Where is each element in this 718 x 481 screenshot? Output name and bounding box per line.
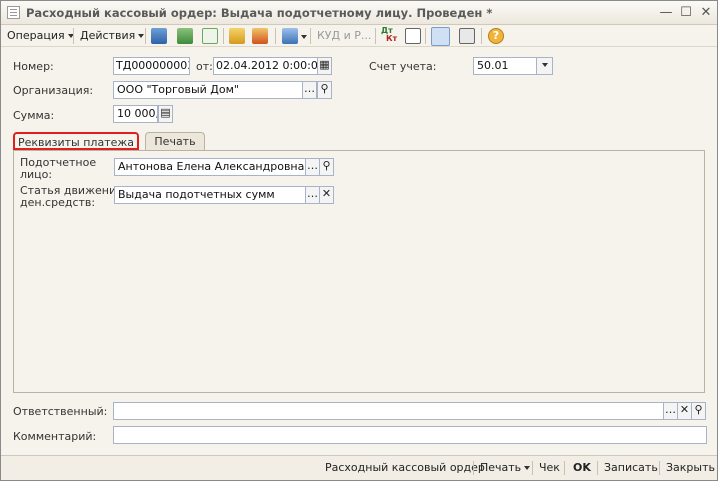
sum-field[interactable]: 10 000,00 — [113, 105, 158, 123]
cash-flow-article-label: Статья движения ден.средств: — [20, 184, 123, 209]
post-document-icon[interactable] — [229, 28, 245, 44]
clear-icon[interactable]: ✕ — [677, 402, 692, 420]
structure-icon[interactable] — [431, 27, 450, 46]
number-field[interactable]: ТД000000003 — [113, 57, 190, 75]
chevron-down-icon[interactable] — [301, 35, 307, 39]
select-ellipsis-button[interactable]: … — [663, 402, 678, 420]
toolbar-separator — [275, 28, 276, 44]
calendar-icon[interactable]: ▦ — [317, 57, 332, 75]
close-button[interactable]: Закрыть — [666, 461, 715, 474]
account-select[interactable]: 50.01 — [473, 57, 537, 75]
kud-button[interactable]: КУД и Р... — [317, 28, 371, 44]
toolbar-separator — [310, 28, 311, 44]
cash-flow-article-field[interactable]: Выдача подотчетных сумм — [114, 186, 306, 204]
minimize-icon[interactable]: — — [659, 6, 673, 20]
tab-label: Печать — [154, 135, 196, 148]
account-label: Счет учета: — [369, 60, 437, 73]
search-icon[interactable]: ⚲ — [317, 81, 332, 99]
sum-label: Сумма: — [13, 109, 55, 122]
unpost-document-icon[interactable] — [252, 28, 268, 44]
clear-icon[interactable]: ✕ — [319, 186, 334, 204]
search-icon[interactable]: ⚲ — [319, 158, 334, 176]
search-icon[interactable]: ⚲ — [691, 402, 706, 420]
post-and-close-icon[interactable] — [151, 28, 167, 44]
toolbar-separator — [473, 461, 474, 475]
operation-label: Операция — [7, 29, 65, 42]
select-ellipsis-button[interactable]: … — [305, 158, 320, 176]
command-bar: Расходный кассовый ордер Печать Чек OK З… — [1, 455, 717, 480]
responsible-field[interactable] — [113, 402, 664, 420]
organization-label: Организация: — [13, 84, 94, 97]
select-ellipsis-button[interactable]: … — [302, 81, 317, 99]
title-bar: Расходный кассовый ордер: Выдача подотче… — [1, 1, 717, 25]
account-dropdown[interactable] — [536, 57, 553, 75]
select-ellipsis-button[interactable]: … — [305, 186, 320, 204]
dt-kt-icon[interactable]: Дт Кт — [381, 27, 397, 43]
chevron-down-icon — [541, 63, 548, 67]
number-label: Номер: — [13, 60, 54, 73]
toolbar-separator — [597, 461, 598, 475]
toolbar-separator — [73, 28, 74, 44]
tab-label: Реквизиты платежа — [17, 136, 135, 149]
toolbar-separator — [375, 28, 376, 44]
help-icon[interactable]: ? — [488, 28, 504, 44]
toolbar-separator — [532, 461, 533, 475]
calculator-icon[interactable]: ▤ — [158, 105, 173, 123]
save-button[interactable]: Записать — [604, 461, 658, 474]
comment-label: Комментарий: — [13, 430, 97, 443]
toolbar-separator — [659, 461, 660, 475]
toolbar-separator — [481, 28, 482, 44]
enter-based-on-icon[interactable] — [282, 28, 298, 44]
chevron-down-icon — [524, 466, 531, 470]
list-settings-icon[interactable] — [459, 28, 475, 44]
chevron-down-icon — [138, 34, 145, 38]
ok-button[interactable]: OK — [573, 461, 591, 474]
check-button[interactable]: Чек — [539, 461, 560, 474]
tab-print[interactable]: Печать — [145, 132, 205, 150]
close-icon[interactable]: ✕ — [699, 6, 713, 20]
print-menu-button[interactable]: Печать — [480, 461, 531, 474]
refresh-icon[interactable] — [177, 28, 193, 44]
report-icon[interactable] — [405, 28, 421, 44]
document-icon — [7, 6, 20, 19]
document-window: Расходный кассовый ордер: Выдача подотче… — [0, 0, 718, 481]
organization-field[interactable]: ООО "Торговый Дом" — [113, 81, 303, 99]
toolbar-separator — [564, 461, 565, 475]
toolbar: Операция Действия КУД и Р... Дт Кт ? — [1, 25, 717, 47]
actions-label: Действия — [80, 29, 136, 42]
accountable-person-label: Подотчетное лицо: — [20, 156, 97, 181]
copy-document-icon[interactable] — [202, 28, 218, 44]
toolbar-separator — [425, 28, 426, 44]
print-label: Печать — [480, 461, 522, 474]
kt-label: Кт — [386, 34, 398, 43]
date-field[interactable]: 02.04.2012 0:00:00 — [213, 57, 318, 75]
rko-print-button[interactable]: Расходный кассовый ордер — [325, 461, 485, 474]
window-title: Расходный кассовый ордер: Выдача подотче… — [26, 6, 493, 20]
maximize-icon[interactable]: ☐ — [679, 6, 693, 20]
operation-menu[interactable]: Операция — [7, 28, 74, 44]
from-label: от: — [196, 60, 213, 73]
actions-menu[interactable]: Действия — [80, 28, 145, 44]
payment-details-panel: Подотчетное лицо: Антонова Елена Александ… — [13, 150, 705, 393]
comment-field[interactable] — [113, 426, 707, 444]
toolbar-separator — [223, 28, 224, 44]
tab-payment-details[interactable]: Реквизиты платежа — [13, 132, 139, 150]
toolbar-separator — [145, 28, 146, 44]
accountable-person-field[interactable]: Антонова Елена Александровна — [114, 158, 306, 176]
responsible-label: Ответственный: — [13, 405, 108, 418]
